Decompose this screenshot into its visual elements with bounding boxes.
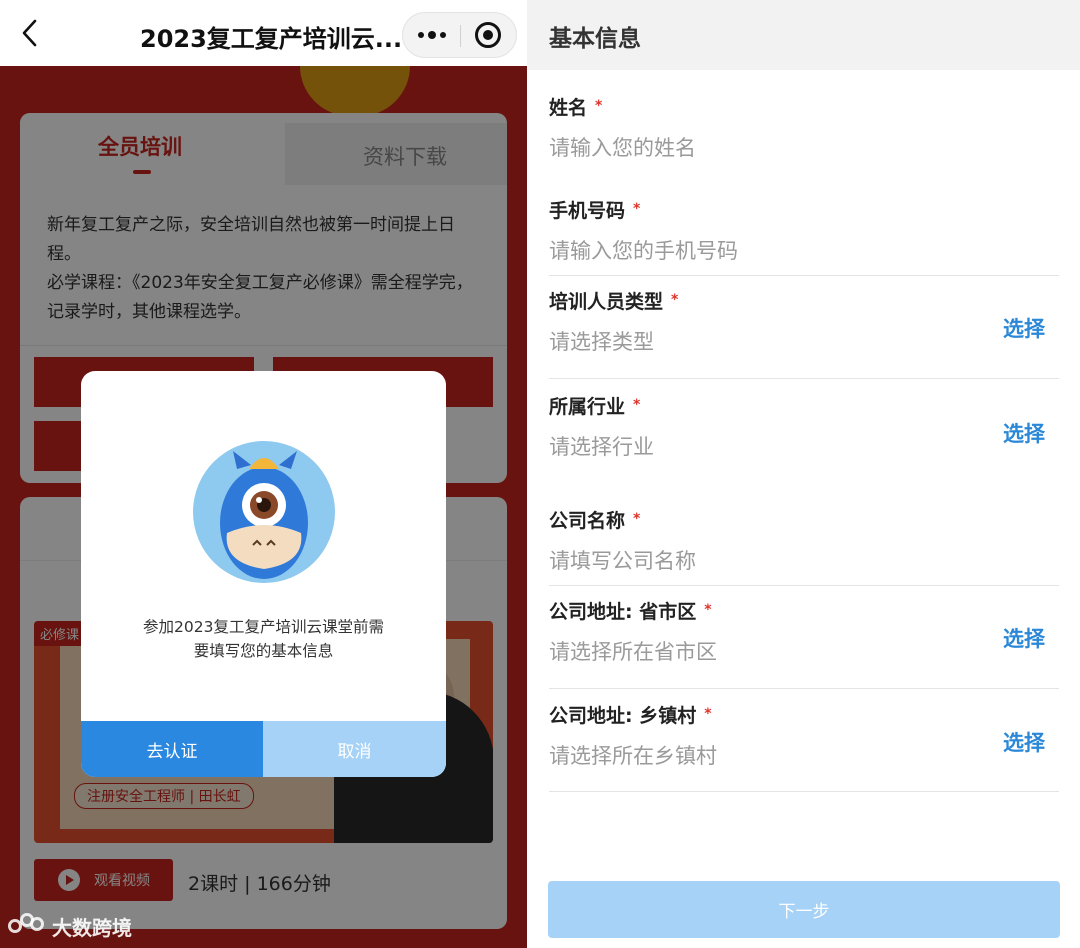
- required-mark: *: [704, 602, 712, 618]
- watermark: 大数跨境: [8, 912, 132, 941]
- more-icon[interactable]: [403, 13, 460, 57]
- watermark-logo-icon: [8, 912, 46, 941]
- name-input[interactable]: 请输入您的姓名: [549, 132, 1059, 162]
- address-town-label: 公司地址: 乡镇村 *: [549, 705, 712, 727]
- page-title: 2023复工复产培训云...: [140, 25, 403, 53]
- company-name-label: 公司名称 *: [549, 510, 641, 532]
- back-icon[interactable]: [14, 17, 46, 49]
- watermark-text: 大数跨境: [52, 916, 132, 940]
- address-region-label: 公司地址: 省市区 *: [549, 601, 712, 623]
- industry-field[interactable]: 所属行业 * 请选择行业: [549, 392, 1059, 461]
- divider: [549, 688, 1059, 689]
- required-mark: *: [595, 98, 603, 114]
- mascot-avatar: [193, 441, 335, 583]
- divider: [549, 585, 1059, 586]
- required-mark: *: [633, 201, 641, 217]
- address-town-value: 请选择所在乡镇村: [549, 744, 717, 768]
- form-header: 基本信息: [527, 0, 1080, 70]
- form-title: 基本信息: [549, 26, 641, 52]
- capsule-divider: [460, 25, 461, 47]
- address-region-choose-button[interactable]: 选择: [1003, 623, 1045, 653]
- personnel-type-value: 请选择类型: [549, 330, 654, 354]
- left-panel: 2023复工复产培训云... 资料下载 全员培训 新年复工复产之际，安全培训自然…: [0, 0, 527, 948]
- address-town-choose-button[interactable]: 选择: [1003, 727, 1045, 757]
- dialog-message-line-2: 要填写您的基本信息: [193, 642, 334, 660]
- phone-field[interactable]: 手机号码 * 请输入您的手机号码: [549, 196, 1059, 265]
- address-region-value: 请选择所在省市区: [549, 640, 717, 664]
- required-mark: *: [633, 397, 641, 413]
- name-field[interactable]: 姓名 * 请输入您的姓名: [549, 93, 1059, 162]
- address-town-field[interactable]: 公司地址: 乡镇村 * 请选择所在乡镇村: [549, 701, 1059, 770]
- auth-dialog: 参加2023复工复产培训云课堂前需 要填写您的基本信息 去认证 取消: [81, 371, 446, 777]
- divider: [549, 378, 1059, 379]
- next-step-button[interactable]: 下一步: [548, 881, 1060, 938]
- mini-program-nav-bar: 2023复工复产培训云...: [0, 0, 527, 66]
- phone-label: 手机号码 *: [549, 200, 641, 222]
- cancel-button[interactable]: 取消: [263, 721, 446, 777]
- industry-value: 请选择行业: [549, 435, 654, 459]
- address-region-field[interactable]: 公司地址: 省市区 * 请选择所在省市区: [549, 597, 1059, 666]
- close-target-icon[interactable]: [475, 22, 501, 48]
- required-mark: *: [671, 292, 679, 308]
- industry-choose-button[interactable]: 选择: [1003, 418, 1045, 448]
- capsule-menu: [402, 12, 517, 58]
- required-mark: *: [633, 511, 641, 527]
- industry-label: 所属行业 *: [549, 396, 641, 418]
- company-name-field[interactable]: 公司名称 * 请填写公司名称: [549, 506, 1059, 575]
- divider: [549, 791, 1059, 792]
- dialog-message-line-1: 参加2023复工复产培训云课堂前需: [143, 618, 384, 636]
- personnel-type-choose-button[interactable]: 选择: [1003, 313, 1045, 343]
- name-label: 姓名 *: [549, 97, 603, 119]
- dialog-message: 参加2023复工复产培训云课堂前需 要填写您的基本信息: [81, 615, 446, 663]
- right-panel: 基本信息 姓名 * 请输入您的姓名 手机号码 * 请输入您的手机号码 培训人员类型 *…: [527, 0, 1080, 948]
- personnel-type-field[interactable]: 培训人员类型 * 请选择类型: [549, 287, 1059, 356]
- divider: [549, 275, 1059, 276]
- go-verify-button[interactable]: 去认证: [81, 721, 263, 777]
- required-mark: *: [704, 706, 712, 722]
- personnel-type-label: 培训人员类型 *: [549, 291, 679, 313]
- company-name-input[interactable]: 请填写公司名称: [549, 545, 1059, 575]
- phone-input[interactable]: 请输入您的手机号码: [549, 235, 1059, 265]
